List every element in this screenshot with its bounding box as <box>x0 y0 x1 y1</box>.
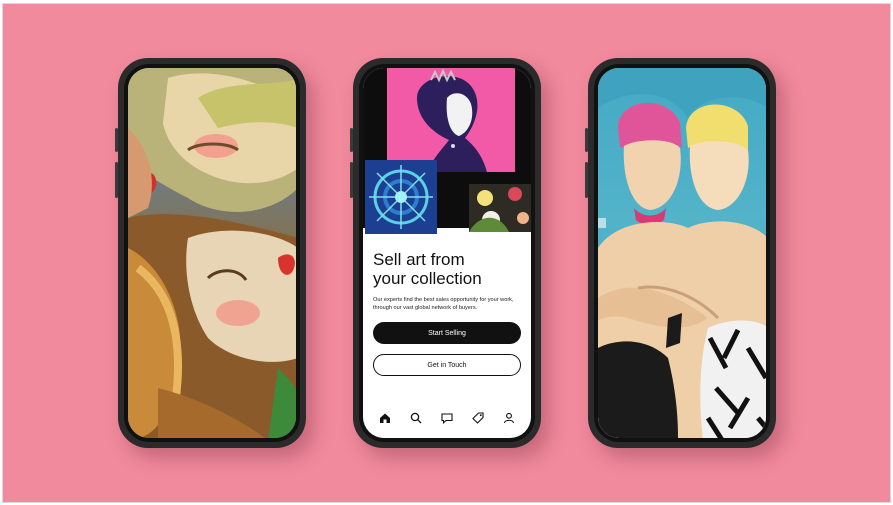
artwork-floral[interactable] <box>469 184 531 232</box>
artwork-swimmers <box>598 68 766 438</box>
start-selling-button[interactable]: Start Selling <box>373 322 521 344</box>
artwork-faces <box>128 68 296 438</box>
subtext: Our experts find the best sales opportun… <box>373 297 514 311</box>
tab-bar <box>363 408 531 428</box>
tag-icon[interactable] <box>470 410 486 426</box>
phone-right <box>585 58 776 448</box>
mockup-background: Sell art from your collection Our expert… <box>2 3 891 503</box>
artwork-hero <box>363 68 531 234</box>
artwork-portrait-queen[interactable] <box>387 68 515 172</box>
headline: Sell art from your collection <box>373 250 482 288</box>
get-in-touch-button[interactable]: Get in Touch <box>373 354 521 376</box>
profile-icon[interactable] <box>501 410 517 426</box>
artwork-kaleidoscope[interactable] <box>365 160 437 234</box>
inbox-icon[interactable] <box>439 410 455 426</box>
home-icon[interactable] <box>377 410 393 426</box>
phone-left <box>115 58 306 448</box>
sell-art-screen: Sell art from your collection Our expert… <box>363 68 531 438</box>
search-icon[interactable] <box>408 410 424 426</box>
phone-center: Sell art from your collection Our expert… <box>350 58 541 448</box>
